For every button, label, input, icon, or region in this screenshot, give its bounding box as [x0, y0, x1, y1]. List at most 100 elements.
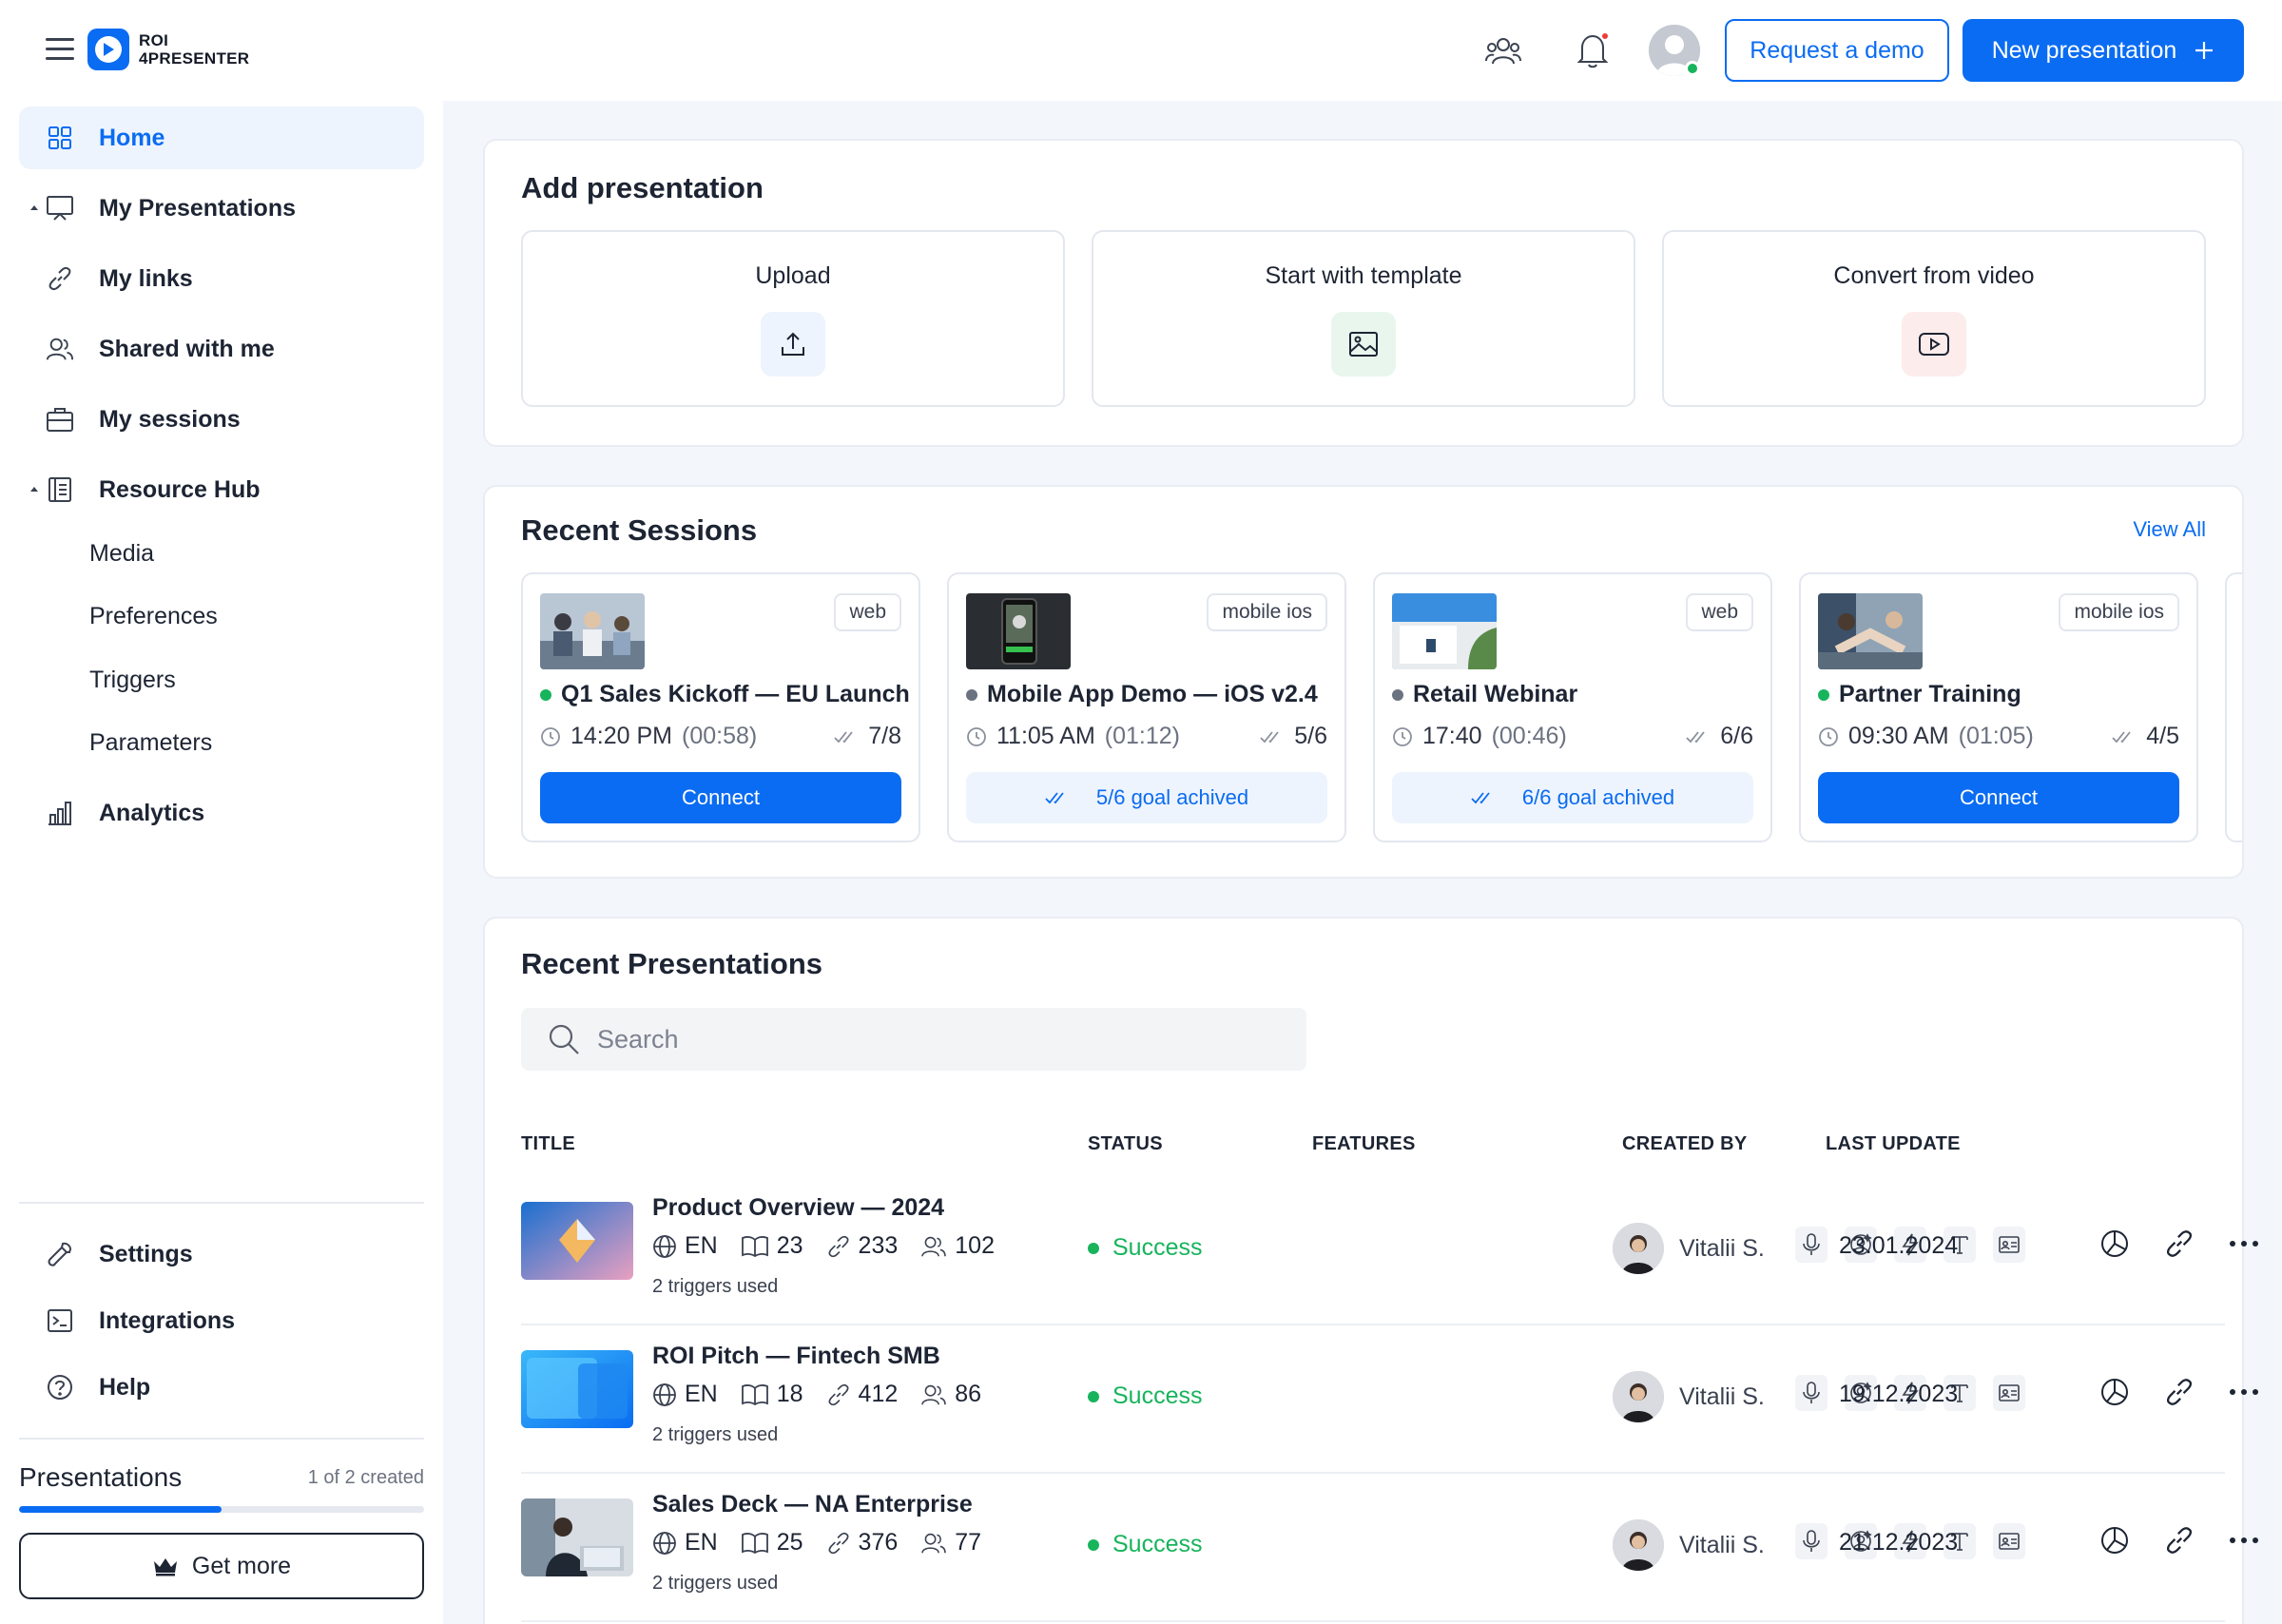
session-platform-tag: web: [834, 593, 901, 631]
more-options-icon[interactable]: [2227, 1227, 2261, 1261]
recent-sessions-card: Recent Sessions View All web Q1 Sales Ki…: [483, 485, 2244, 879]
sidebar-item-analytics[interactable]: Analytics: [19, 782, 424, 844]
sidebar-item-home[interactable]: Home: [19, 106, 424, 169]
session-title: Partner Training: [1818, 681, 2021, 708]
table-row[interactable]: ROI Pitch — Fintech SMB EN 18 412 86 2 t…: [521, 1325, 2258, 1474]
sidebar-subitem-media[interactable]: Media: [89, 540, 154, 568]
session-goal: 7/8: [834, 723, 901, 750]
logo-mark: [87, 29, 129, 70]
team-icon[interactable]: [1481, 29, 1525, 72]
triggers-used: 2 triggers used: [652, 1276, 779, 1297]
analytics-pie-icon[interactable]: [2098, 1375, 2132, 1409]
sidebar-item-resource-hub[interactable]: Resource Hub: [19, 458, 424, 521]
connect-button[interactable]: Connect: [1818, 772, 2179, 823]
sidebar-item-my-presentations[interactable]: My Presentations: [19, 177, 424, 240]
session-title: Q1 Sales Kickoff — EU Launch: [540, 681, 910, 708]
upload-tile[interactable]: Upload: [521, 230, 1065, 407]
get-more-button[interactable]: Get more: [19, 1533, 424, 1599]
presentation-title[interactable]: Sales Deck — NA Enterprise: [652, 1491, 973, 1518]
more-options-icon[interactable]: [2227, 1375, 2261, 1409]
double-check-icon: [1260, 730, 1279, 743]
triggers-used: 2 triggers used: [652, 1573, 779, 1594]
menu-icon[interactable]: [46, 38, 74, 63]
sidebar-item-shared-with-me[interactable]: Shared with me: [19, 318, 424, 380]
search-box[interactable]: [521, 1008, 1306, 1071]
presentations-progress-fill: [19, 1506, 222, 1513]
column-header-features[interactable]: FEATURES: [1312, 1133, 1416, 1155]
double-check-icon: [1045, 792, 1064, 804]
presentation-thumbnail: [521, 1498, 633, 1576]
presentation-meta: EN 18 412 86: [652, 1381, 1004, 1408]
presentation-thumbnail: [521, 1350, 633, 1428]
search-input[interactable]: [597, 1024, 1263, 1054]
sidebar-item-my-sessions[interactable]: My sessions: [19, 388, 424, 451]
column-header-status[interactable]: STATUS: [1088, 1133, 1163, 1155]
start-template-label: Start with template: [1265, 262, 1462, 289]
presentation-title[interactable]: ROI Pitch — Fintech SMB: [652, 1343, 940, 1370]
new-presentation-button[interactable]: New presentation: [1963, 19, 2244, 82]
caret-icon[interactable]: [30, 205, 38, 210]
analytics-pie-icon[interactable]: [2098, 1227, 2132, 1261]
session-card-partial[interactable]: [2225, 572, 2242, 842]
book-icon: [741, 1532, 768, 1554]
sidebar-item-label: Home: [99, 124, 165, 151]
session-card[interactable]: web Retail Webinar 17:40 (00:46) 6/6 6/6…: [1373, 572, 1772, 842]
caret-icon[interactable]: [30, 487, 38, 492]
logo-text: ROI 4PRESENTER: [139, 31, 250, 68]
analytics-label: Analytics: [99, 799, 205, 826]
link-icon: [46, 264, 74, 293]
column-header-last-update[interactable]: LAST UPDATE: [1826, 1133, 1961, 1155]
globe-icon: [653, 1234, 676, 1258]
table-row[interactable]: Sales Deck — NA Enterprise EN 25 376 77 …: [521, 1474, 2258, 1622]
upload-label: Upload: [755, 262, 831, 289]
column-header-title[interactable]: TITLE: [521, 1133, 575, 1155]
sidebar-divider: [19, 1438, 424, 1440]
double-check-icon: [834, 730, 853, 743]
sidebar-subitem-triggers[interactable]: Triggers: [89, 667, 176, 694]
app-logo[interactable]: ROI 4PRESENTER: [87, 29, 249, 70]
goal-achieved-button[interactable]: 6/6 goal achived: [1392, 772, 1753, 823]
presentation-title[interactable]: Product Overview — 2024: [652, 1194, 944, 1222]
status-badge: Success: [1088, 1234, 1202, 1262]
session-platform-tag: mobile ios: [1207, 593, 1327, 631]
table-row[interactable]: Product Overview — 2024 EN 23 233 102 2 …: [521, 1177, 2258, 1325]
grid-icon: [46, 124, 74, 152]
analytics-pie-icon[interactable]: [2098, 1523, 2132, 1557]
sidebar-item-label: Help: [99, 1373, 151, 1401]
more-options-icon[interactable]: [2227, 1523, 2261, 1557]
start-template-tile[interactable]: Start with template: [1092, 230, 1635, 407]
notification-dot: [1600, 31, 1610, 41]
created-by: Vitalii S.: [1613, 1519, 1765, 1571]
upload-icon: [761, 312, 825, 377]
sidebar-item-settings[interactable]: Settings: [19, 1223, 424, 1286]
help-icon: [46, 1373, 74, 1402]
sidebar-subitem-preferences[interactable]: Preferences: [89, 603, 218, 630]
connect-button[interactable]: Connect: [540, 772, 901, 823]
copy-link-icon[interactable]: [2162, 1375, 2196, 1409]
session-status-dot: [540, 688, 551, 701]
session-card[interactable]: mobile ios Mobile App Demo — iOS v2.4 11…: [947, 572, 1346, 842]
recent-presentations-title: Recent Presentations: [521, 947, 822, 980]
session-card[interactable]: mobile ios Partner Training 09:30 AM (01…: [1799, 572, 2198, 842]
bell-icon[interactable]: [1571, 29, 1615, 72]
online-indicator: [1685, 61, 1700, 76]
copy-link-icon[interactable]: [2162, 1227, 2196, 1261]
status-badge: Success: [1088, 1382, 1202, 1410]
creator-avatar: [1613, 1223, 1664, 1274]
sidebar-subitem-parameters[interactable]: Parameters: [89, 729, 212, 757]
convert-video-tile[interactable]: Convert from video: [1662, 230, 2206, 407]
sidebar-item-my-links[interactable]: My links: [19, 247, 424, 310]
convert-video-label: Convert from video: [1833, 262, 2035, 289]
session-goal: 5/6: [1260, 723, 1327, 750]
goal-achieved-button[interactable]: 5/6 goal achived: [966, 772, 1327, 823]
sidebar-item-integrations[interactable]: Integrations: [19, 1289, 424, 1352]
sidebar-item-help[interactable]: Help: [19, 1356, 424, 1419]
search-icon: [549, 1024, 579, 1054]
view-all-link[interactable]: View All: [2133, 517, 2206, 542]
microphone-icon: [1795, 1375, 1828, 1411]
copy-link-icon[interactable]: [2162, 1523, 2196, 1557]
session-card[interactable]: web Q1 Sales Kickoff — EU Launch 14:20 P…: [521, 572, 920, 842]
column-header-created-by[interactable]: CREATED BY: [1622, 1133, 1748, 1155]
request-demo-button[interactable]: Request a demo: [1725, 19, 1949, 82]
microphone-icon: [1795, 1523, 1828, 1559]
